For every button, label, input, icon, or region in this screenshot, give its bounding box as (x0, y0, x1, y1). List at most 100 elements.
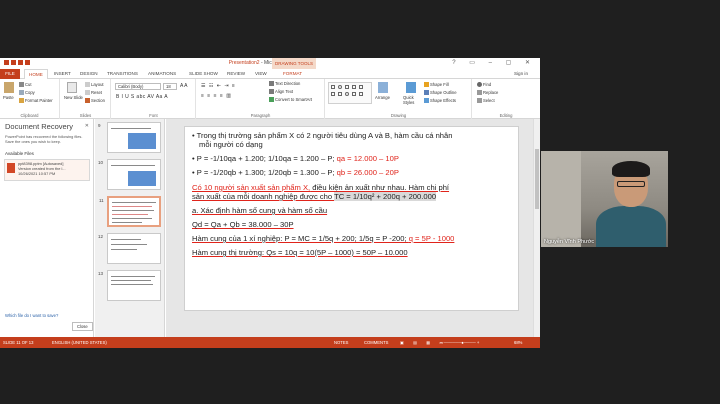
editing-group-label: Editing (499, 113, 513, 118)
reset-button[interactable]: Reset (85, 90, 102, 96)
copy-button[interactable]: Copy (19, 90, 35, 96)
cut-button[interactable]: Cut (19, 82, 32, 88)
shape-effects-button[interactable]: Shape Effects (424, 98, 456, 104)
tab-insert[interactable]: INSERT (54, 71, 71, 76)
tab-design[interactable]: DESIGN (80, 71, 98, 76)
thumbnail-text-line (112, 214, 148, 215)
text-direction-button[interactable]: Text Direction (269, 81, 300, 87)
shape-outline-button[interactable]: Shape Outline (424, 90, 457, 96)
tab-file[interactable]: FILE (0, 69, 20, 79)
slide-thumbnail-selected[interactable]: 11 (99, 196, 161, 227)
language-indicator[interactable]: ENGLISH (UNITED STATES) (52, 340, 107, 345)
section-button[interactable]: Section (85, 98, 105, 104)
line-shape-icon[interactable] (352, 85, 356, 89)
new-slide-icon[interactable] (67, 82, 77, 93)
slide-thumbnail[interactable]: 9 (98, 122, 161, 153)
quick-styles-button[interactable]: Quick Styles (403, 95, 423, 105)
quick-styles-icon[interactable] (406, 82, 416, 93)
paste-icon[interactable] (4, 82, 14, 93)
shape-fill-button[interactable]: Shape Fill (424, 82, 449, 88)
slide-counter: SLIDE 11 OF 13 (3, 340, 34, 345)
presenter-glasses (617, 181, 645, 187)
slide-thumbnail[interactable]: 13 (98, 270, 161, 301)
slide-number: 10 (98, 160, 104, 165)
vertical-scrollbar[interactable] (533, 119, 540, 337)
tab-transitions[interactable]: TRANSITIONS (107, 71, 138, 76)
slide-red-text: qa = 12.000 – 10P (336, 154, 399, 163)
shapes-gallery[interactable] (328, 82, 372, 104)
list-indent-buttons[interactable]: ☰ ☷ ⇤ ⇥ ≡ (201, 83, 236, 89)
tab-view[interactable]: VIEW (255, 71, 267, 76)
tab-animations[interactable]: ANIMATIONS (148, 71, 176, 76)
select-button[interactable]: Select (477, 98, 495, 104)
format-painter-button[interactable]: Format Painter (19, 98, 53, 104)
thumbnail-text-line (111, 165, 155, 166)
find-button[interactable]: Find (477, 82, 491, 88)
shape-effects-label: Shape Effects (430, 98, 456, 103)
brace-shape-icon[interactable] (359, 92, 363, 96)
font-name-select[interactable]: Calibri (Body) (115, 83, 161, 90)
slide-text-line[interactable]: Hàm cung thị trường: Qs = 10q = 10(5P – … (192, 248, 408, 257)
tab-slide-show[interactable]: SLIDE SHOW (189, 71, 218, 76)
zoom-slider[interactable]: – ──────●──── + (440, 340, 479, 345)
window-controls[interactable]: ? ▭ – ▢ ✕ (452, 59, 536, 66)
slide-number: 12 (98, 234, 104, 239)
triangle-shape-icon[interactable] (345, 85, 349, 89)
slide-text-line[interactable]: Có 10 người sản xuất sản phẩm X, điều ki… (192, 183, 449, 192)
search-icon (477, 82, 482, 88)
new-slide-button[interactable]: New Slide (64, 95, 84, 100)
slide-red-text: q = 5P - 1000 (408, 234, 455, 243)
convert-smartart-button[interactable]: Convert to SmartArt (269, 97, 312, 103)
which-file-help-link[interactable]: Which file do I want to save? (5, 313, 58, 318)
paste-button[interactable]: Paste (3, 95, 14, 100)
replace-button[interactable]: Replace (477, 90, 498, 96)
slide-text-line[interactable]: • P = -1/10qa + 1.200; 1/10qa = 1.200 – … (192, 154, 399, 163)
align-text-button[interactable]: Align Text (269, 89, 293, 95)
recovered-file-entry[interactable]: ppt8398.pptm [Autosaved] Version created… (4, 159, 90, 181)
notes-button[interactable]: NOTES (334, 340, 348, 345)
close-icon[interactable]: ✕ (85, 123, 89, 129)
font-size-select[interactable]: 18 (163, 83, 177, 90)
current-slide[interactable]: • Trong thị trường sản phẩm X có 2 người… (184, 126, 519, 311)
shape-outline-icon (424, 90, 429, 96)
status-bar: SLIDE 11 OF 13 ENGLISH (UNITED STATES) N… (0, 337, 540, 348)
thumbnail-text-line (111, 244, 147, 245)
document-recovery-pane: Document Recovery ✕ PowerPoint has recov… (0, 119, 94, 337)
grow-shrink-font-buttons[interactable]: A A (180, 83, 188, 89)
copy-icon (19, 90, 24, 96)
comments-button[interactable]: COMMENTS (364, 340, 388, 345)
tab-review[interactable]: REVIEW (227, 71, 245, 76)
tab-format[interactable]: FORMAT (283, 71, 302, 76)
zoom-level[interactable]: 68% (514, 340, 522, 345)
oval-shape-icon[interactable] (338, 85, 342, 89)
replace-icon (477, 90, 482, 96)
alignment-buttons[interactable]: ≡ ≡ ≡ ≡ ▥ (201, 93, 232, 99)
sign-in-link[interactable]: Sign in (514, 71, 528, 76)
slide-text-line[interactable]: sản xuất của mỗi doanh nghiệp được cho T… (192, 192, 437, 201)
slide-text-line[interactable]: • Trong thị trường sản phẩm X có 2 người… (192, 131, 452, 140)
slide-text-span: a. Xác định hàm số cung và hàm số cầu (192, 206, 328, 215)
slide-thumbnail[interactable]: 10 (98, 159, 161, 190)
rectangle-shape-icon[interactable] (331, 85, 335, 89)
arrange-icon[interactable] (378, 82, 388, 93)
slide-text-line[interactable]: mỗi người có dạng (199, 140, 263, 149)
star-shape-icon[interactable] (352, 92, 356, 96)
slide-text-line[interactable]: Qd = Qa + Qb = 38.000 – 30P (192, 220, 294, 229)
arrow-shape-icon[interactable] (359, 85, 363, 89)
rounded-rectangle-shape-icon[interactable] (331, 92, 335, 96)
layout-button[interactable]: Layout (85, 82, 104, 88)
thumbnail-diagram (128, 171, 156, 186)
slide-text-line[interactable]: Hàm cung của 1 xí nghiệp: P = MC = 1/5q … (192, 234, 454, 243)
circle-shape-icon[interactable] (345, 92, 349, 96)
scrollbar-thumb[interactable] (535, 149, 539, 209)
slide-thumbnail[interactable]: 12 (98, 233, 161, 264)
slide-text-line[interactable]: • P = -1/20qb + 1.300; 1/20qb = 1.300 – … (192, 168, 399, 177)
slide-text-line[interactable]: a. Xác định hàm số cung và hàm số cầu (192, 206, 327, 215)
arrange-button[interactable]: Arrange (375, 95, 390, 100)
drawing-tools-label: DRAWING TOOLS (272, 58, 316, 69)
powerpoint-window: Presentation2 - Microsoft PowerPoint DRA… (0, 58, 540, 348)
slide-text-span: mỗi người có dạng (199, 140, 263, 149)
recovery-close-button[interactable]: Close (72, 322, 93, 331)
callout-shape-icon[interactable] (338, 92, 342, 96)
font-format-buttons[interactable]: B I U S abc AV Aa A (116, 94, 168, 100)
